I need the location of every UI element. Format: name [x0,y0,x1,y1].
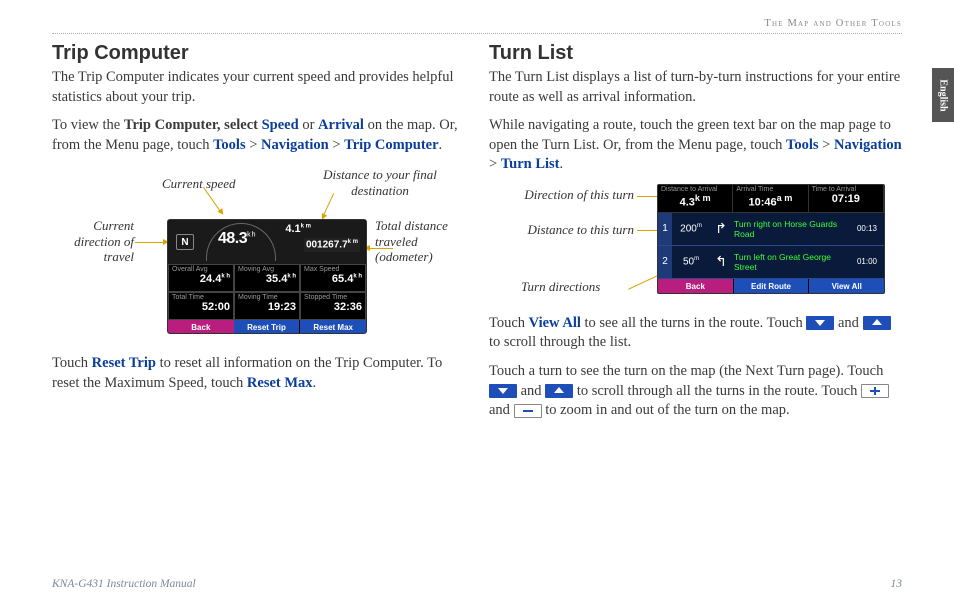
label-direction: Direction of this turn [489,187,634,203]
footer-manual: KNA-G431 Instruction Manual [52,578,196,590]
dist-value: 4.1k m [285,223,311,235]
scroll-up-icon[interactable] [863,316,891,330]
turn-row[interactable]: 1 200m ↱ Turn right on Horse Guards Road… [658,213,884,246]
reset-trip-button[interactable]: Reset Trip [234,320,300,334]
language-tab: English [932,68,954,122]
view-all-button[interactable]: View All [808,279,884,294]
scroll-down-icon[interactable] [489,384,517,398]
label-dist-final: Distance to your final destination [305,167,455,198]
header-rule [52,33,902,34]
footer-page: 13 [891,578,903,590]
back-button[interactable]: Back [658,279,733,294]
turn-device: Distance to Arrival4.3k m Arrival Time10… [657,184,885,294]
turn-list-heading: Turn List [489,42,902,65]
label-current-speed: Current speed [162,176,236,192]
reset-max-button[interactable]: Reset Max [299,320,366,334]
label-curdir: Current direction of travel [54,218,134,265]
trip-device: N 48.3k h 4.1k m 001267.7k m Overall Avg… [167,219,367,334]
section-header: The Map and Other Tools [764,18,902,29]
turn-row[interactable]: 2 50m ↰ Turn left on Great George Street… [658,246,884,279]
back-button[interactable]: Back [168,320,234,334]
label-odo: Total distance traveled (odometer) [375,218,465,265]
odo-value: 001267.7k m [304,238,360,251]
zoom-in-icon[interactable] [861,384,889,398]
turn-left-icon: ↰ [710,253,732,270]
turn-diagram: Direction of this turn Distance to this … [489,184,902,304]
scroll-up-icon[interactable] [545,384,573,398]
trip-diagram: Current speed Distance to your final des… [52,164,465,344]
trip-nav-path: To view the Trip Computer, select Speed … [52,116,465,155]
trip-intro: The Trip Computer indicates your current… [52,68,465,107]
turn-intro: The Turn List displays a list of turn-by… [489,68,902,107]
label-turn-dirs: Turn directions [521,279,600,295]
trip-computer-heading: Trip Computer [52,42,465,65]
turn-right-icon: ↱ [710,220,732,237]
trip-reset-text: Touch Reset Trip to reset all informatio… [52,354,465,393]
zoom-out-icon[interactable] [514,404,542,418]
speed-value: 48.3k h [218,230,255,248]
edit-route-button[interactable]: Edit Route [733,279,809,294]
label-dist-turn: Distance to this turn [489,222,634,238]
scroll-down-icon[interactable] [806,316,834,330]
turn-nav-path: While navigating a route, touch the gree… [489,116,902,175]
turn-viewall-text: Touch View All to see all the turns in t… [489,314,902,353]
compass-dir: N [176,234,194,250]
turn-next-text: Touch a turn to see the turn on the map … [489,362,902,421]
